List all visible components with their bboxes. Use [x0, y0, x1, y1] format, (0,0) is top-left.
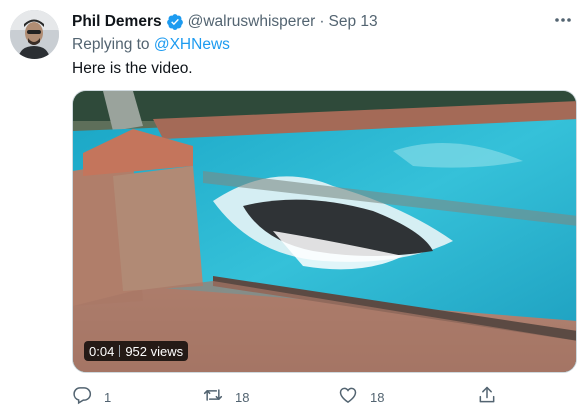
- tweet-actions: 1 18 18: [0, 384, 583, 410]
- avatar[interactable]: [10, 10, 59, 59]
- more-icon[interactable]: [551, 10, 575, 30]
- separator-dot: ·: [319, 13, 325, 30]
- verified-badge-icon: [166, 13, 184, 31]
- reply-button[interactable]: 1: [72, 384, 111, 410]
- badge-divider: [119, 345, 121, 357]
- retweet-icon: [203, 385, 223, 410]
- video-views: 952 views: [125, 343, 184, 359]
- user-handle[interactable]: @walruswhisperer: [188, 13, 316, 31]
- video-thumbnail: [73, 91, 576, 372]
- reply-context: Replying to @XHNews: [72, 36, 230, 54]
- video-duration: 0:04: [89, 343, 115, 359]
- like-count: 18: [370, 389, 385, 405]
- retweet-count: 18: [235, 389, 250, 405]
- tweet-text: Here is the video.: [72, 60, 193, 77]
- video-player[interactable]: [72, 90, 577, 373]
- heart-icon: [338, 385, 358, 410]
- display-name[interactable]: Phil Demers: [72, 13, 162, 31]
- tweet-date[interactable]: Sep 13: [329, 13, 378, 31]
- reply-prefix: Replying to: [72, 36, 150, 53]
- video-info-badge: 0:04 952 views: [84, 341, 189, 361]
- reply-count: 1: [104, 389, 112, 405]
- retweet-button[interactable]: 18: [203, 384, 249, 410]
- like-button[interactable]: 18: [338, 384, 384, 410]
- tweet-card[interactable]: Phil Demers @walruswhisperer · Sep 13 Re…: [0, 0, 583, 413]
- share-button[interactable]: [477, 384, 497, 410]
- share-icon: [477, 385, 497, 410]
- reply-icon: [72, 385, 92, 410]
- reply-mention-link[interactable]: @XHNews: [154, 36, 230, 53]
- tweet-header: Phil Demers @walruswhisperer · Sep 13: [72, 11, 378, 33]
